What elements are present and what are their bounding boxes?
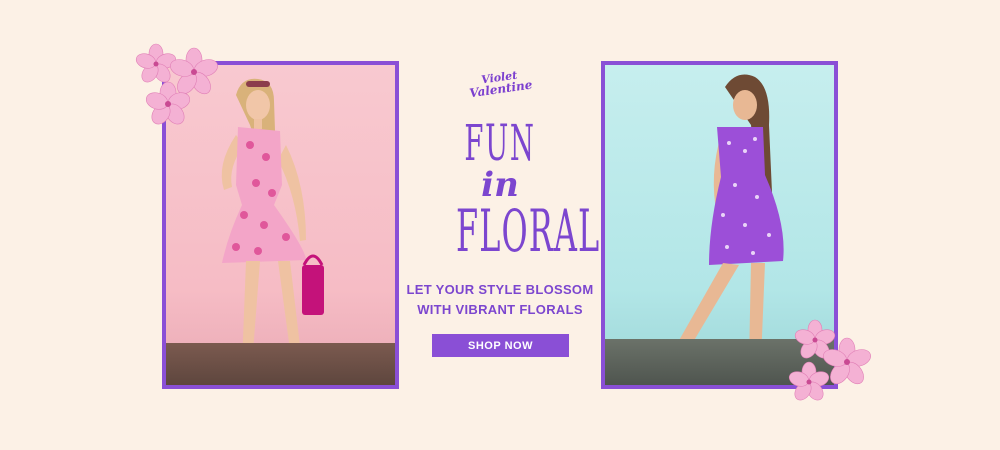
tagline: LET YOUR STYLE BLOSSOM WITH VIBRANT FLOR… — [400, 280, 600, 320]
tagline-line1: LET YOUR STYLE BLOSSOM — [406, 282, 594, 297]
floor — [166, 343, 395, 385]
logo-line2: Valentine — [468, 77, 534, 100]
pink-flowers-icon — [788, 319, 871, 401]
headline-line1: FUN — [464, 114, 536, 172]
brand-logo[interactable]: Violet Valentine — [463, 61, 537, 104]
promo-banner[interactable]: Violet Valentine FUN in FLORAL LET YOUR … — [0, 0, 1000, 450]
shop-now-button[interactable]: SHOP NOW — [432, 334, 569, 357]
tagline-line2: WITH VIBRANT FLORALS — [417, 302, 583, 317]
pink-flowers-icon — [135, 43, 218, 125]
headline-line3: FLORAL — [456, 197, 601, 265]
